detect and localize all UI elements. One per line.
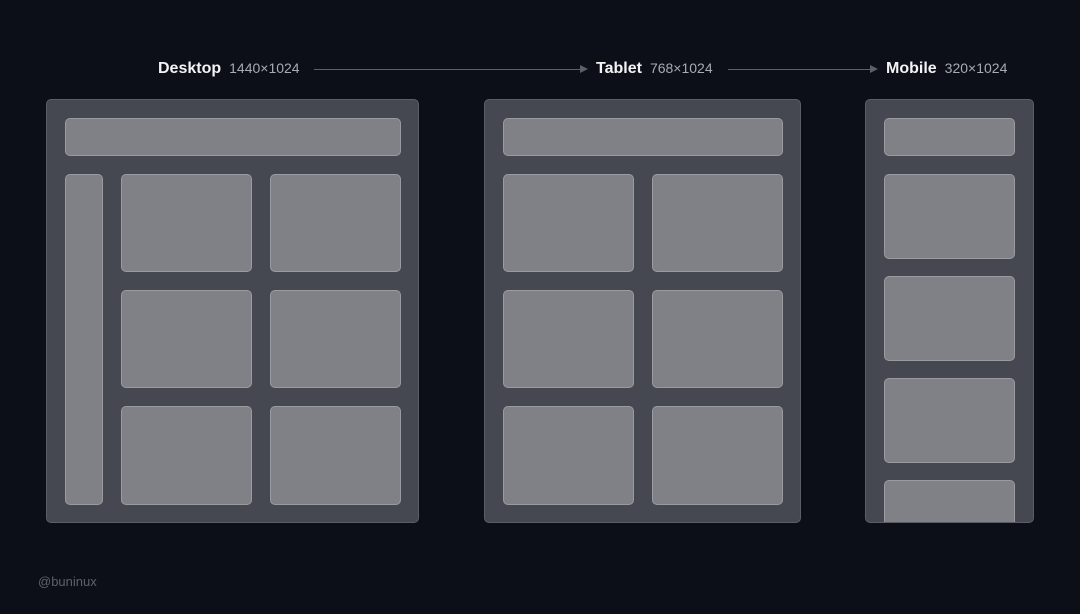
tablet-card-block [503,174,634,272]
desktop-card-block [270,174,401,272]
desktop-label: Desktop 1440×1024 [158,60,300,80]
desktop-to-tablet-arrow [314,65,588,73]
tablet-frame [484,99,801,523]
tablet-header-block [503,118,783,156]
desktop-sidebar-block [65,174,103,505]
mobile-card-block [884,378,1015,463]
desktop-card-block [270,290,401,388]
mobile-card-block [884,174,1015,259]
desktop-card-block [121,406,252,505]
tablet-card-block [503,290,634,388]
tablet-name: Tablet [596,60,642,77]
mobile-header-block [884,118,1015,156]
tablet-card-block [652,406,783,505]
desktop-name: Desktop [158,60,222,77]
mobile-label: Mobile 320×1024 [886,60,1007,80]
desktop-card-block [270,406,401,505]
desktop-card-block [121,290,252,388]
mobile-name: Mobile [886,60,937,77]
mobile-card-block [884,480,1015,522]
desktop-header-block [65,118,401,156]
tablet-label: Tablet 768×1024 [596,60,713,80]
mobile-frame [865,99,1034,523]
desktop-frame [46,99,419,523]
mobile-dimensions: 320×1024 [944,60,1008,76]
tablet-dimensions: 768×1024 [649,60,713,76]
tablet-to-mobile-arrow [728,65,878,73]
mobile-card-block [884,276,1015,361]
tablet-card-block [652,290,783,388]
author-credit: @buninux [38,574,97,589]
tablet-card-block [503,406,634,505]
desktop-dimensions: 1440×1024 [229,60,300,76]
tablet-card-block [652,174,783,272]
desktop-card-block [121,174,252,272]
